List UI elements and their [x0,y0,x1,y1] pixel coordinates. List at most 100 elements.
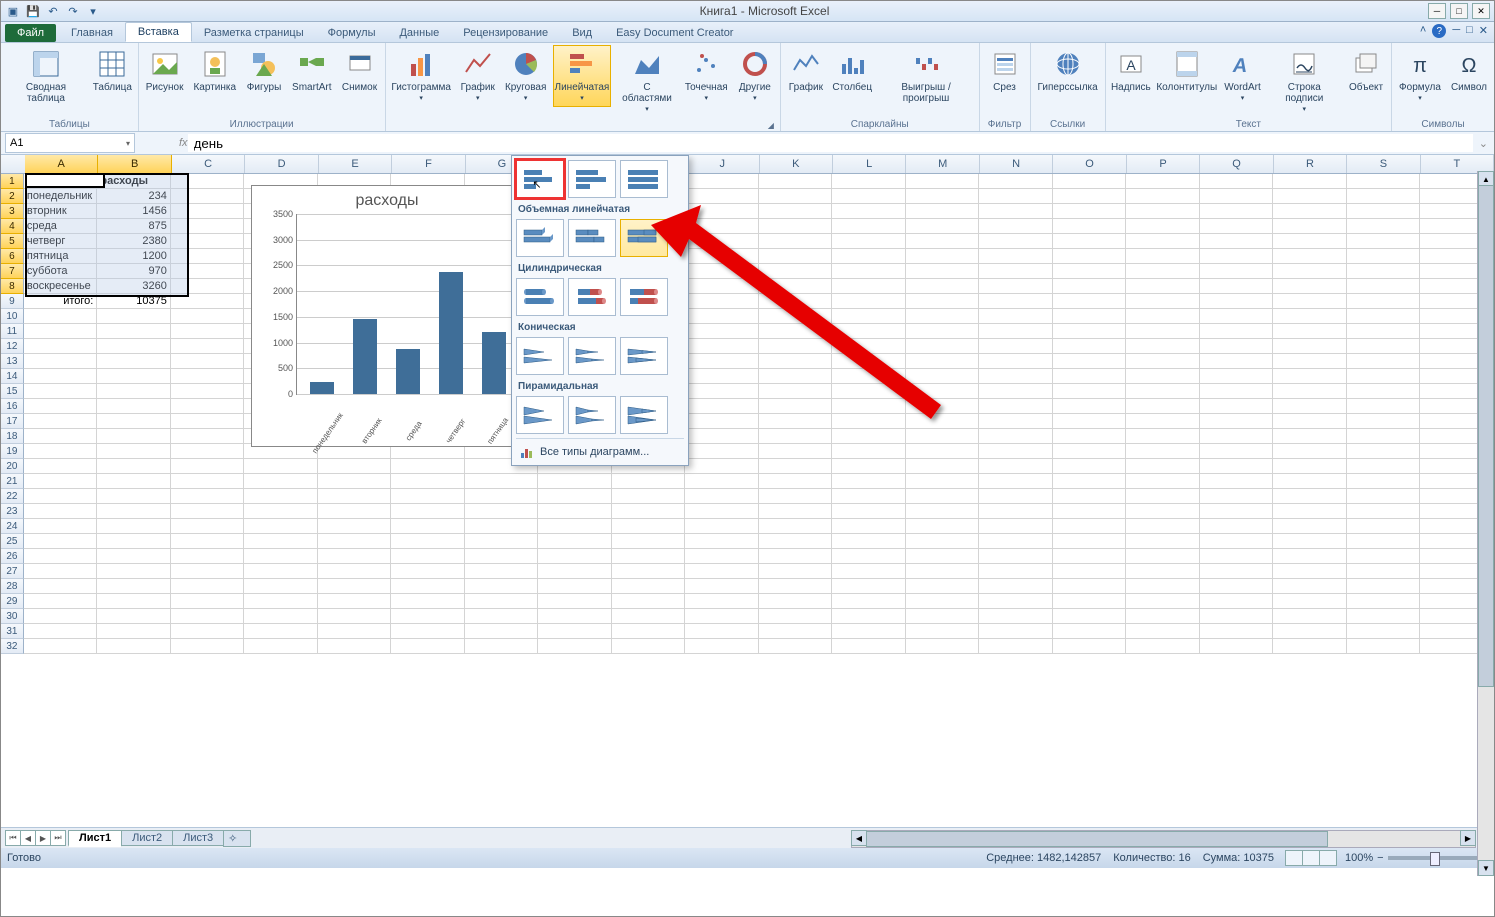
cell-S11[interactable] [1347,324,1421,339]
cell-C19[interactable] [171,444,245,459]
cell-Q21[interactable] [1200,474,1274,489]
cell-A8[interactable]: воскресенье [24,279,98,294]
cell-O15[interactable] [1053,384,1127,399]
cell-N12[interactable] [979,339,1053,354]
cell-N16[interactable] [979,399,1053,414]
cell-K15[interactable] [759,384,833,399]
cell-N30[interactable] [979,609,1053,624]
cell-N25[interactable] [979,534,1053,549]
cell-L8[interactable] [832,279,906,294]
cell-C23[interactable] [171,504,245,519]
sheet-tab-2[interactable]: Лист2 [121,830,173,846]
cell-N10[interactable] [979,309,1053,324]
cell-G32[interactable] [465,639,539,654]
cell-R18[interactable] [1273,429,1347,444]
cell-F32[interactable] [391,639,465,654]
cell-B18[interactable] [97,429,171,444]
tab-home[interactable]: Главная [59,24,125,42]
cell-C25[interactable] [171,534,245,549]
tab-insert[interactable]: Вставка [125,22,192,42]
cell-E22[interactable] [318,489,392,504]
cell-J26[interactable] [685,549,759,564]
cell-P28[interactable] [1126,579,1200,594]
cell-M21[interactable] [906,474,980,489]
cell-G21[interactable] [465,474,539,489]
cell-Q18[interactable] [1200,429,1274,444]
cell-B14[interactable] [97,369,171,384]
cell-P1[interactable] [1126,174,1200,189]
cell-G28[interactable] [465,579,539,594]
cell-B21[interactable] [97,474,171,489]
cell-F30[interactable] [391,609,465,624]
cell-L19[interactable] [832,444,906,459]
cell-M31[interactable] [906,624,980,639]
cell-P30[interactable] [1126,609,1200,624]
cell-P27[interactable] [1126,564,1200,579]
picture-button[interactable]: Рисунок [143,45,187,96]
cell-S1[interactable] [1347,174,1421,189]
cell-R30[interactable] [1273,609,1347,624]
cell-C30[interactable] [171,609,245,624]
cell-K30[interactable] [759,609,833,624]
signature-line-button[interactable]: Строка подписи▾ [1268,45,1342,118]
cell-F28[interactable] [391,579,465,594]
cell-A28[interactable] [24,579,98,594]
all-chart-types[interactable]: Все типы диаграмм... [516,441,684,463]
cell-O16[interactable] [1053,399,1127,414]
cell-K24[interactable] [759,519,833,534]
pivot-table-button[interactable]: Сводная таблица [5,45,87,107]
cell-F29[interactable] [391,594,465,609]
cell-O10[interactable] [1053,309,1127,324]
cell-R20[interactable] [1273,459,1347,474]
cell-O24[interactable] [1053,519,1127,534]
cell-B8[interactable]: 3260 [97,279,171,294]
cell-K1[interactable] [759,174,833,189]
row-header-4[interactable]: 4 [1,219,24,234]
cell-Q27[interactable] [1200,564,1274,579]
cell-A5[interactable]: четверг [24,234,98,249]
cell-J3[interactable] [685,204,759,219]
col-header-A[interactable]: A [25,155,98,173]
rib-restore-icon[interactable]: □ [1466,24,1473,38]
col-header-F[interactable]: F [392,155,465,173]
cell-M7[interactable] [906,264,980,279]
cell-L2[interactable] [832,189,906,204]
cell-D25[interactable] [244,534,318,549]
cell-E31[interactable] [318,624,392,639]
cell-R28[interactable] [1273,579,1347,594]
cell-M26[interactable] [906,549,980,564]
cell-F31[interactable] [391,624,465,639]
cell-O30[interactable] [1053,609,1127,624]
cell-M29[interactable] [906,594,980,609]
cell-Q12[interactable] [1200,339,1274,354]
cell-C29[interactable] [171,594,245,609]
cell-F26[interactable] [391,549,465,564]
cell-B2[interactable]: 234 [97,189,171,204]
cell-N23[interactable] [979,504,1053,519]
pie-chart-button[interactable]: Круговая▾ [503,45,549,107]
cell-C1[interactable] [171,174,245,189]
cell-P15[interactable] [1126,384,1200,399]
cell-R24[interactable] [1273,519,1347,534]
cell-Q20[interactable] [1200,459,1274,474]
cell-D23[interactable] [244,504,318,519]
cell-M14[interactable] [906,369,980,384]
cell-I32[interactable] [612,639,686,654]
vertical-scrollbar[interactable]: ▲ ▼ [1477,171,1494,876]
cell-R29[interactable] [1273,594,1347,609]
close-button[interactable]: ✕ [1472,3,1490,19]
cell-A21[interactable] [24,474,98,489]
cell-B11[interactable] [97,324,171,339]
cell-N2[interactable] [979,189,1053,204]
cell-N28[interactable] [979,579,1053,594]
cell-F27[interactable] [391,564,465,579]
cell-G30[interactable] [465,609,539,624]
cell-S19[interactable] [1347,444,1421,459]
cell-F24[interactable] [391,519,465,534]
cell-G22[interactable] [465,489,539,504]
cell-C32[interactable] [171,639,245,654]
cell-B32[interactable] [97,639,171,654]
bar-cone-100stacked[interactable] [620,337,668,375]
cell-P5[interactable] [1126,234,1200,249]
cell-H28[interactable] [538,579,612,594]
